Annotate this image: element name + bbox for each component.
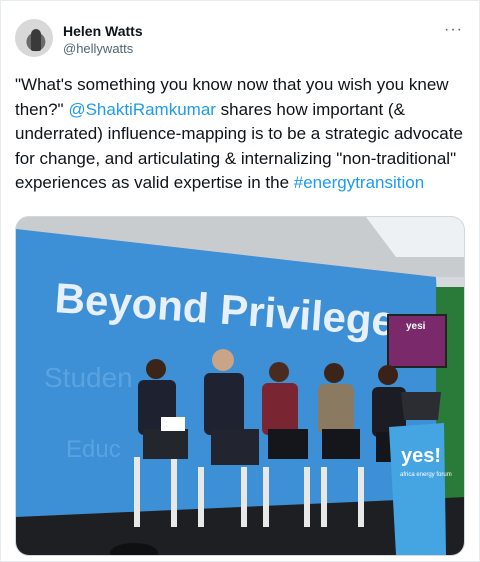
avatar[interactable] [15,19,53,57]
avatar-figure [31,29,41,51]
hashtag-link[interactable]: #energytransition [294,173,424,192]
screen-logo: yesi [406,321,426,332]
tweet-card: Helen Watts @hellywatts ··· "What's some… [0,0,480,562]
author-handle[interactable]: @hellywatts [63,41,133,56]
podium-subtitle: africa energy forum [400,472,452,478]
banner-ghost-text-2: Educ [66,436,121,463]
photo-scene: Beyond Privilege Studen Educ yesi yes! a… [16,217,464,555]
banner-ghost-text-1: Studen [44,362,133,393]
more-options-icon[interactable]: ··· [444,21,463,39]
tweet-text: "What's something you know now that you … [15,73,467,196]
tweet-photo[interactable]: Beyond Privilege Studen Educ yesi yes! a… [15,216,465,556]
podium [389,423,446,555]
podium-logo: yes! [401,445,441,467]
laptop [401,392,441,420]
author-name[interactable]: Helen Watts [63,23,143,39]
mention-link[interactable]: @ShaktiRamkumar [68,100,216,119]
